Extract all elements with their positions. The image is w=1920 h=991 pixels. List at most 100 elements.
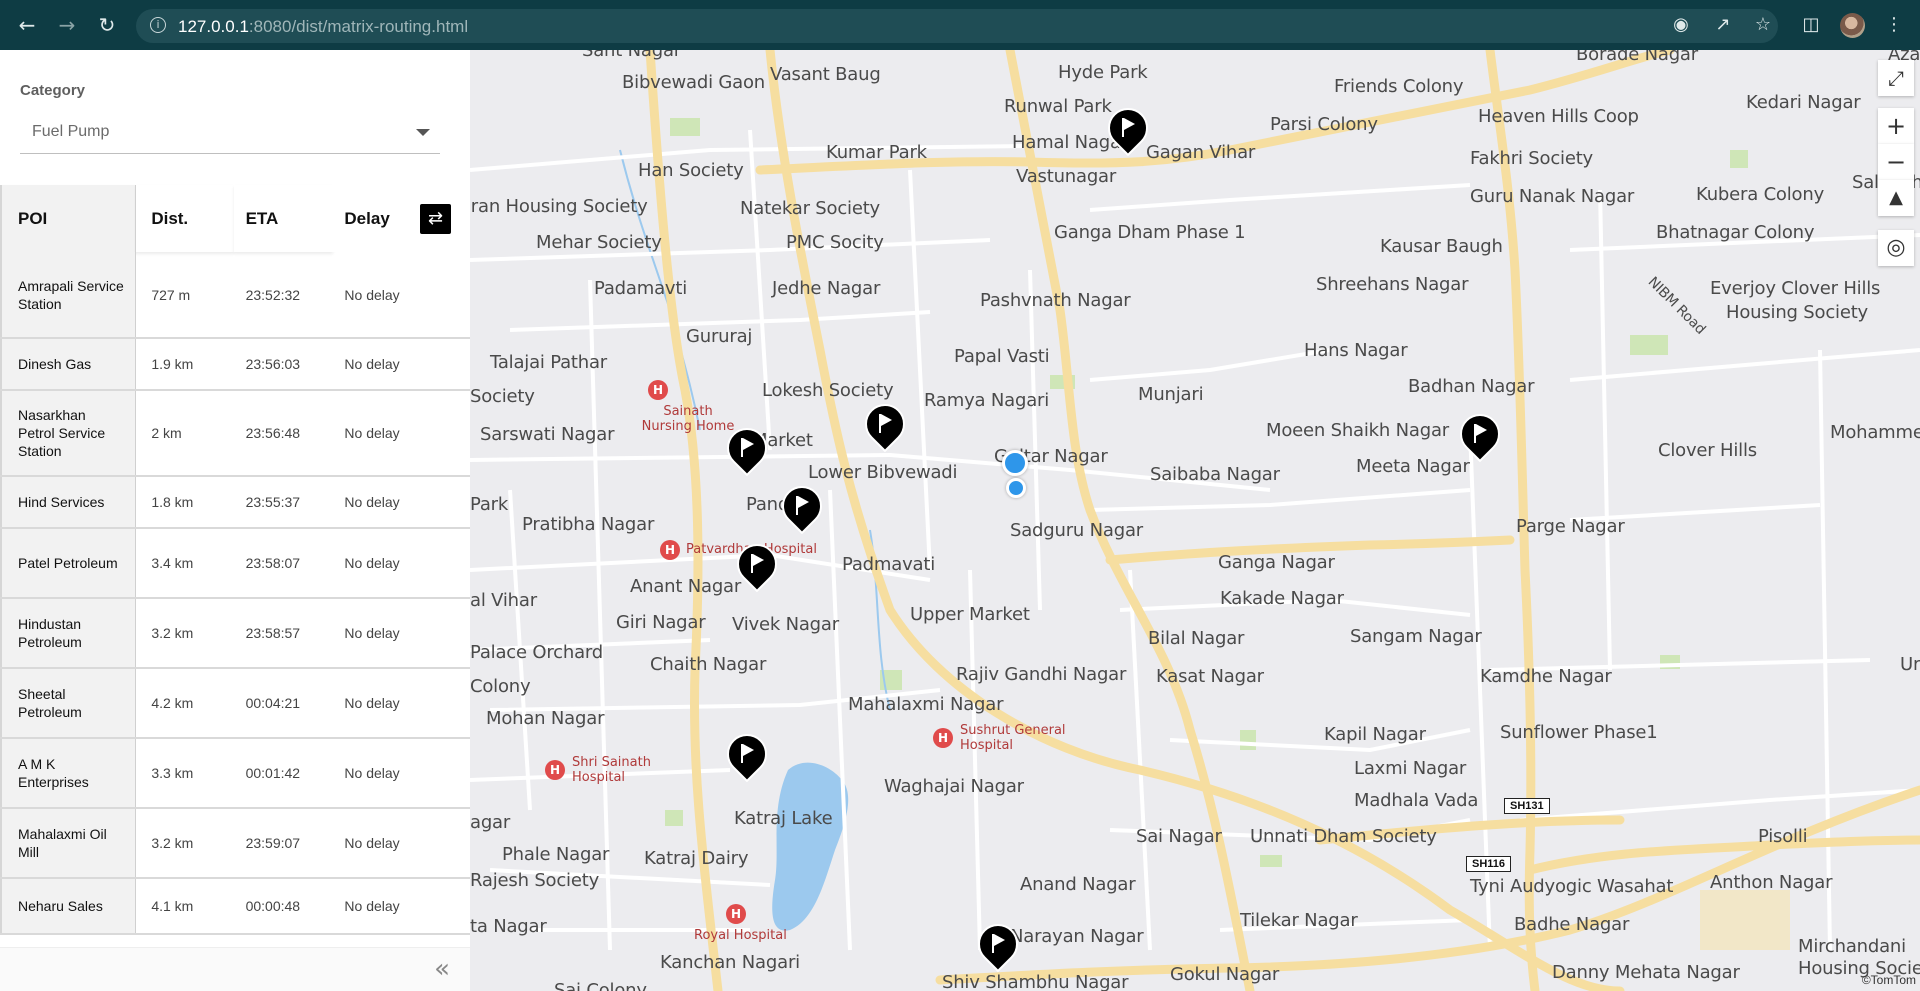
compass-icon[interactable]: ▲ [1878,180,1914,216]
route-origin-icon[interactable] [1006,478,1026,498]
cell-eta: 23:58:57 [233,598,334,669]
col-dist[interactable]: Dist. [135,185,234,252]
address-bar[interactable]: i 127.0.0.1:8080/dist/matrix-routing.htm… [136,9,1778,43]
back-icon[interactable]: ← [14,12,40,38]
table-row[interactable]: Hind Services 1.8 km 23:55:37 No delay [0,476,470,529]
poi-marker[interactable] [1451,405,1509,463]
poi-marker[interactable] [728,535,786,593]
hospital-icon[interactable]: H [648,380,668,400]
table-row[interactable]: Mahalaxmi Oil Mill 3.2 km 23:59:07 No delay [0,808,470,879]
place-label: Pashvnath Nagar [980,290,1131,311]
cell-poi: Neharu Sales [0,878,137,935]
place-label: Anant Nagar [630,576,742,597]
place-label: Vastunagar [1016,166,1117,187]
reload-icon[interactable]: ↻ [94,12,120,38]
place-label: Padamavti [594,278,688,299]
road-shield: SH116 [1466,856,1512,872]
table-row[interactable]: Patel Petroleum 3.4 km 23:58:07 No delay [0,528,470,599]
place-label: Society [470,386,535,407]
location-icon[interactable]: ◉ [1670,14,1692,36]
cell-dist: 727 m [135,252,234,339]
place-label: Kubera Colony [1696,184,1825,205]
url-path: :8080/dist/matrix-routing.html [248,17,469,36]
forward-icon[interactable]: → [54,12,80,38]
place-label: Lokesh Society [762,380,894,401]
cell-poi: Amrapali Service Station [0,252,137,339]
place-label: Jedhe Nagar [772,278,881,299]
category-select[interactable]: Fuel Pump [20,112,440,154]
place-label: Mohan Nagar [486,708,605,729]
poi-marker[interactable] [773,477,831,535]
place-label: Ganga Dham Phase 1 [1054,222,1246,243]
geolocate-icon[interactable]: ◎ [1878,230,1914,266]
place-label: Kanchan Nagari [660,952,800,973]
hospital-icon[interactable]: H [933,728,953,748]
url-text[interactable]: 127.0.0.1:8080/dist/matrix-routing.html [178,17,468,37]
table-row[interactable]: Neharu Sales 4.1 km 00:00:48 No delay [0,878,470,935]
cell-dist: 3.4 km [135,528,234,599]
zoom-in-icon[interactable]: + [1878,108,1914,144]
col-eta[interactable]: ETA [233,185,334,252]
place-label: Kapil Nagar [1324,724,1426,745]
table-row[interactable]: Hindustan Petroleum 3.2 km 23:58:57 No dela… [0,598,470,669]
share-icon[interactable]: ↗ [1712,14,1734,36]
browser-toolbar: ← → ↻ i 127.0.0.1:8080/dist/matrix-routi… [0,0,1920,50]
hospital-icon[interactable]: H [660,540,680,560]
cell-eta: 00:01:42 [233,738,334,809]
table-row[interactable]: A M K Enterprises 3.3 km 00:01:42 No delay [0,738,470,809]
cell-eta: 23:59:07 [233,808,334,879]
cell-poi: Nasarkhan Petrol Service Station [0,390,137,477]
poi-marker[interactable] [1099,99,1157,157]
place-label: Hans Nagar [1304,340,1408,361]
place-label: Munjari [1138,384,1204,405]
place-label: Shiv Shambhu Nagar [942,972,1129,991]
place-label: Colony [470,676,531,697]
star-icon[interactable]: ☆ [1752,14,1774,36]
place-label: Kumar Park [826,142,927,163]
poi-marker[interactable] [718,725,776,783]
place-label: Giri Nagar [616,612,706,633]
poi-marker[interactable] [718,419,776,477]
poi-marker[interactable] [856,395,914,453]
place-label: Han Society [638,160,744,181]
place-label: PMC Socity [786,232,884,253]
url-host: 127.0.0.1 [178,17,249,36]
info-icon[interactable]: i [150,17,166,33]
category-label: Category [20,82,86,99]
hospital-label: Royal Hospital [694,928,787,943]
cell-delay: No delay [333,808,470,879]
sidepanel-icon[interactable]: ◫ [1800,14,1822,36]
current-location-icon[interactable] [1002,450,1028,476]
place-label: Kamdhe Nagar [1480,666,1612,687]
cell-poi: Hindustan Petroleum [0,598,137,669]
park-area [1260,855,1282,867]
park-area [1730,150,1748,168]
place-label: Padmavati [842,554,936,575]
place-label: Kedari Nagar [1746,92,1861,113]
hospital-label: Sainath Nursing Home [641,404,735,434]
table-row[interactable]: Dinesh Gas 1.9 km 23:56:03 No delay [0,338,470,391]
profile-avatar[interactable] [1840,13,1865,38]
poi-marker[interactable] [969,915,1027,973]
place-label: Ganga Nagar [1218,552,1335,573]
place-label: Madhala Vada [1354,790,1479,811]
fullscreen-icon[interactable]: ⤢ [1878,60,1914,96]
zoom-out-icon[interactable]: − [1878,144,1914,180]
hospital-icon[interactable]: H [726,904,746,924]
menu-icon[interactable]: ⋮ [1883,14,1905,36]
place-label: Moeen Shaikh Nagar [1266,420,1449,441]
place-label: al Vihar [470,590,537,611]
table-row[interactable]: Amrapali Service Station 727 m 23:52:32 No … [0,252,470,339]
cell-eta: 00:04:21 [233,668,334,739]
double-chevron-left-icon[interactable]: « [434,954,450,984]
col-poi[interactable]: POI [0,185,137,252]
cell-poi: Patel Petroleum [0,528,137,599]
map[interactable]: Sant Nagar Bibvewadi Gaon Vasant Baug Hy… [470,50,1920,991]
swap-icon[interactable]: ⇄ [420,204,451,234]
cell-dist: 4.1 km [135,878,234,935]
place-label: Danny Mehata Nagar [1552,962,1740,983]
table-row[interactable]: Sheetal Petroleum 4.2 km 00:04:21 No delay [0,668,470,739]
table-row[interactable]: Nasarkhan Petrol Service Station 2 km 23:5… [0,390,470,477]
cell-poi: Hind Services [0,476,137,529]
hospital-icon[interactable]: H [545,760,565,780]
